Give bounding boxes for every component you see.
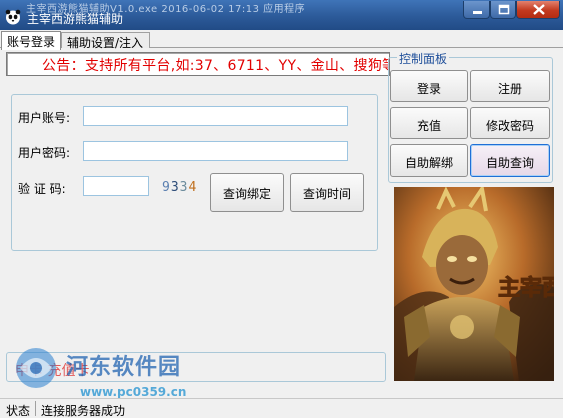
status-bar: 状态 连接服务器成功 [0, 398, 563, 418]
recharge-button-label: 充值 [416, 119, 441, 133]
close-icon [533, 4, 545, 15]
query-time-button-label: 查询时间 [302, 187, 351, 201]
captcha-digit: 4 [188, 180, 198, 195]
hero-artwork: 主宰西游 [394, 187, 554, 381]
login-button[interactable]: 登录 [390, 70, 468, 102]
captcha-label: 验 证 码: [18, 182, 66, 196]
query-bind-button-label: 查询绑定 [222, 187, 271, 201]
password-input[interactable] [83, 141, 348, 161]
bottom-groupbox: 申卡 充值卡 [6, 352, 386, 382]
self-query-button-label: 自助查询 [485, 156, 534, 170]
panda-icon [5, 9, 21, 25]
tab-account-login[interactable]: 账号登录 [1, 31, 61, 50]
watermark-url: www.pc0359.cn [80, 385, 187, 399]
control-panel-title: 控制面板 [397, 50, 450, 67]
self-unbind-button-label: 自助解绑 [404, 156, 453, 170]
captcha-digit: 9 [162, 180, 171, 195]
account-input[interactable] [83, 106, 348, 126]
close-button[interactable] [516, 1, 560, 19]
account-label: 用户账号: [18, 111, 71, 125]
app-window: 主宰西游熊猫辅助V1.0.exe 2016-06-02 17:13 应用程序 主… [0, 0, 563, 418]
status-separator [35, 401, 36, 416]
status-label: 状态 [6, 404, 31, 418]
self-query-button[interactable]: 自助查询 [470, 144, 550, 177]
recharge-button[interactable]: 充值 [390, 107, 468, 139]
register-button-label: 注册 [497, 82, 522, 96]
password-label: 用户密码: [18, 146, 71, 160]
login-button-label: 登录 [416, 82, 441, 96]
game-promo-image: 主宰西游 [394, 187, 554, 381]
query-time-button[interactable]: 查询时间 [290, 173, 364, 212]
watermark-title: 河东软件园 [66, 354, 182, 380]
query-bind-button[interactable]: 查询绑定 [210, 173, 284, 212]
register-button[interactable]: 注册 [470, 70, 550, 102]
change-password-button-label: 修改密码 [485, 119, 534, 133]
captcha-image[interactable]: 9334 [162, 180, 197, 195]
maximize-button[interactable] [490, 1, 516, 19]
captcha-digit: 3 [170, 180, 180, 195]
game-logo-text: 主宰西游 [498, 275, 554, 301]
title-bar[interactable]: 主宰西游熊猫辅助V1.0.exe 2016-06-02 17:13 应用程序 主… [0, 0, 563, 30]
status-message: 连接服务器成功 [41, 404, 126, 418]
minimize-icon [473, 11, 482, 14]
window-title: 主宰西游熊猫辅助 [27, 12, 124, 26]
captcha-input[interactable] [83, 176, 149, 196]
notice-text: 公告：支持所有平台,如:37、6711、YY、金山、搜狗等等 [42, 58, 390, 74]
notice-marquee: 公告：支持所有平台,如:37、6711、YY、金山、搜狗等等 [6, 52, 390, 76]
self-unbind-button[interactable]: 自助解绑 [390, 144, 468, 177]
minimize-button[interactable] [463, 1, 490, 19]
change-password-button[interactable]: 修改密码 [470, 107, 550, 139]
maximize-icon [498, 4, 510, 15]
tab-assist-settings[interactable]: 辅助设置/注入 [61, 32, 150, 50]
